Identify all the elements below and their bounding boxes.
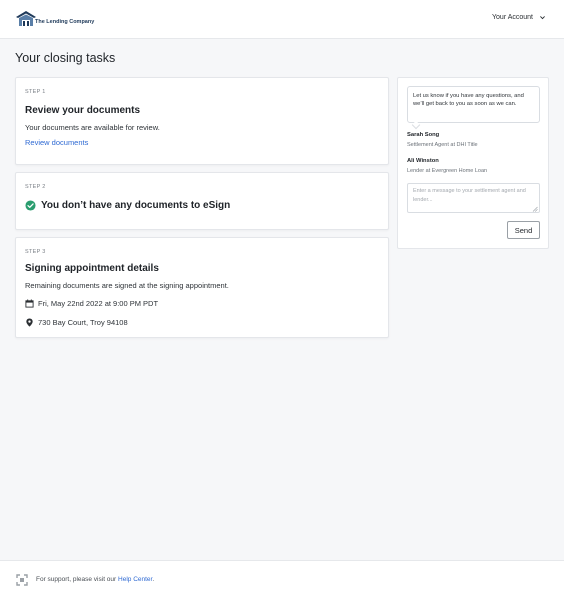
step-description: Remaining documents are signed at the si…	[25, 281, 229, 290]
resize-grip-icon[interactable]	[532, 206, 538, 212]
appointment-address-text: 730 Bay Court, Troy 94108	[38, 318, 128, 327]
step-title: You don’t have any documents to eSign	[41, 200, 231, 211]
contact-name: Sarah Song	[407, 132, 440, 138]
contact-role: Settlement Agent at DHI Title	[407, 142, 478, 148]
send-button[interactable]: Send	[507, 221, 540, 239]
chat-panel: Let us know if you have any questions, a…	[397, 77, 549, 249]
help-center-link[interactable]: Help Center	[118, 576, 152, 583]
footer-text-prefix: For support, please visit our	[36, 576, 119, 583]
logo-text: The Lending Company	[35, 19, 95, 25]
contact-role: Lender at Evergreen Home Loan	[407, 168, 488, 174]
account-menu[interactable]: Your Account	[492, 14, 546, 21]
step-label: STEP 1	[25, 89, 46, 95]
calendar-icon	[25, 299, 34, 308]
contact-name: Ali Winston	[407, 158, 439, 164]
support-frame-icon	[16, 574, 28, 586]
step-label: STEP 3	[25, 249, 46, 255]
appointment-date: Fri, May 22nd 2022 at 9:00 PM PDT	[25, 299, 158, 308]
company-logo[interactable]: The Lending Company	[15, 10, 94, 27]
footer-text-suffix: .	[152, 576, 155, 583]
appointment-date-text: Fri, May 22nd 2022 at 9:00 PM PDT	[38, 299, 159, 308]
step-card-appointment: STEP 3 Signing appointment details Remai…	[15, 237, 389, 338]
step-title: Signing appointment details	[25, 263, 159, 274]
step-description: Your documents are available for review.	[25, 123, 160, 132]
step-card-esign: STEP 2 You don’t have any documents to e…	[15, 172, 389, 230]
top-header: The Lending Company Your Account	[0, 0, 564, 39]
step-title: Review your documents	[25, 105, 141, 116]
step-label: STEP 2	[25, 184, 46, 190]
chevron-down-icon	[540, 16, 545, 20]
chat-bubble: Let us know if you have any questions, a…	[407, 86, 540, 123]
account-label: Your Account	[492, 14, 533, 21]
page-title: Your closing tasks	[15, 51, 116, 65]
message-input[interactable]	[407, 183, 540, 213]
house-roof-logo-icon	[16, 11, 36, 26]
footer-text: For support, please visit our Help Cente…	[36, 576, 154, 583]
appointment-address: 730 Bay Court, Troy 94108	[25, 318, 128, 327]
footer: For support, please visit our Help Cente…	[0, 560, 564, 600]
review-documents-link[interactable]: Review documents	[25, 138, 88, 147]
step-card-review: STEP 1 Review your documents Your docume…	[15, 77, 389, 165]
map-pin-icon	[26, 318, 33, 327]
check-circle-icon	[25, 200, 36, 211]
